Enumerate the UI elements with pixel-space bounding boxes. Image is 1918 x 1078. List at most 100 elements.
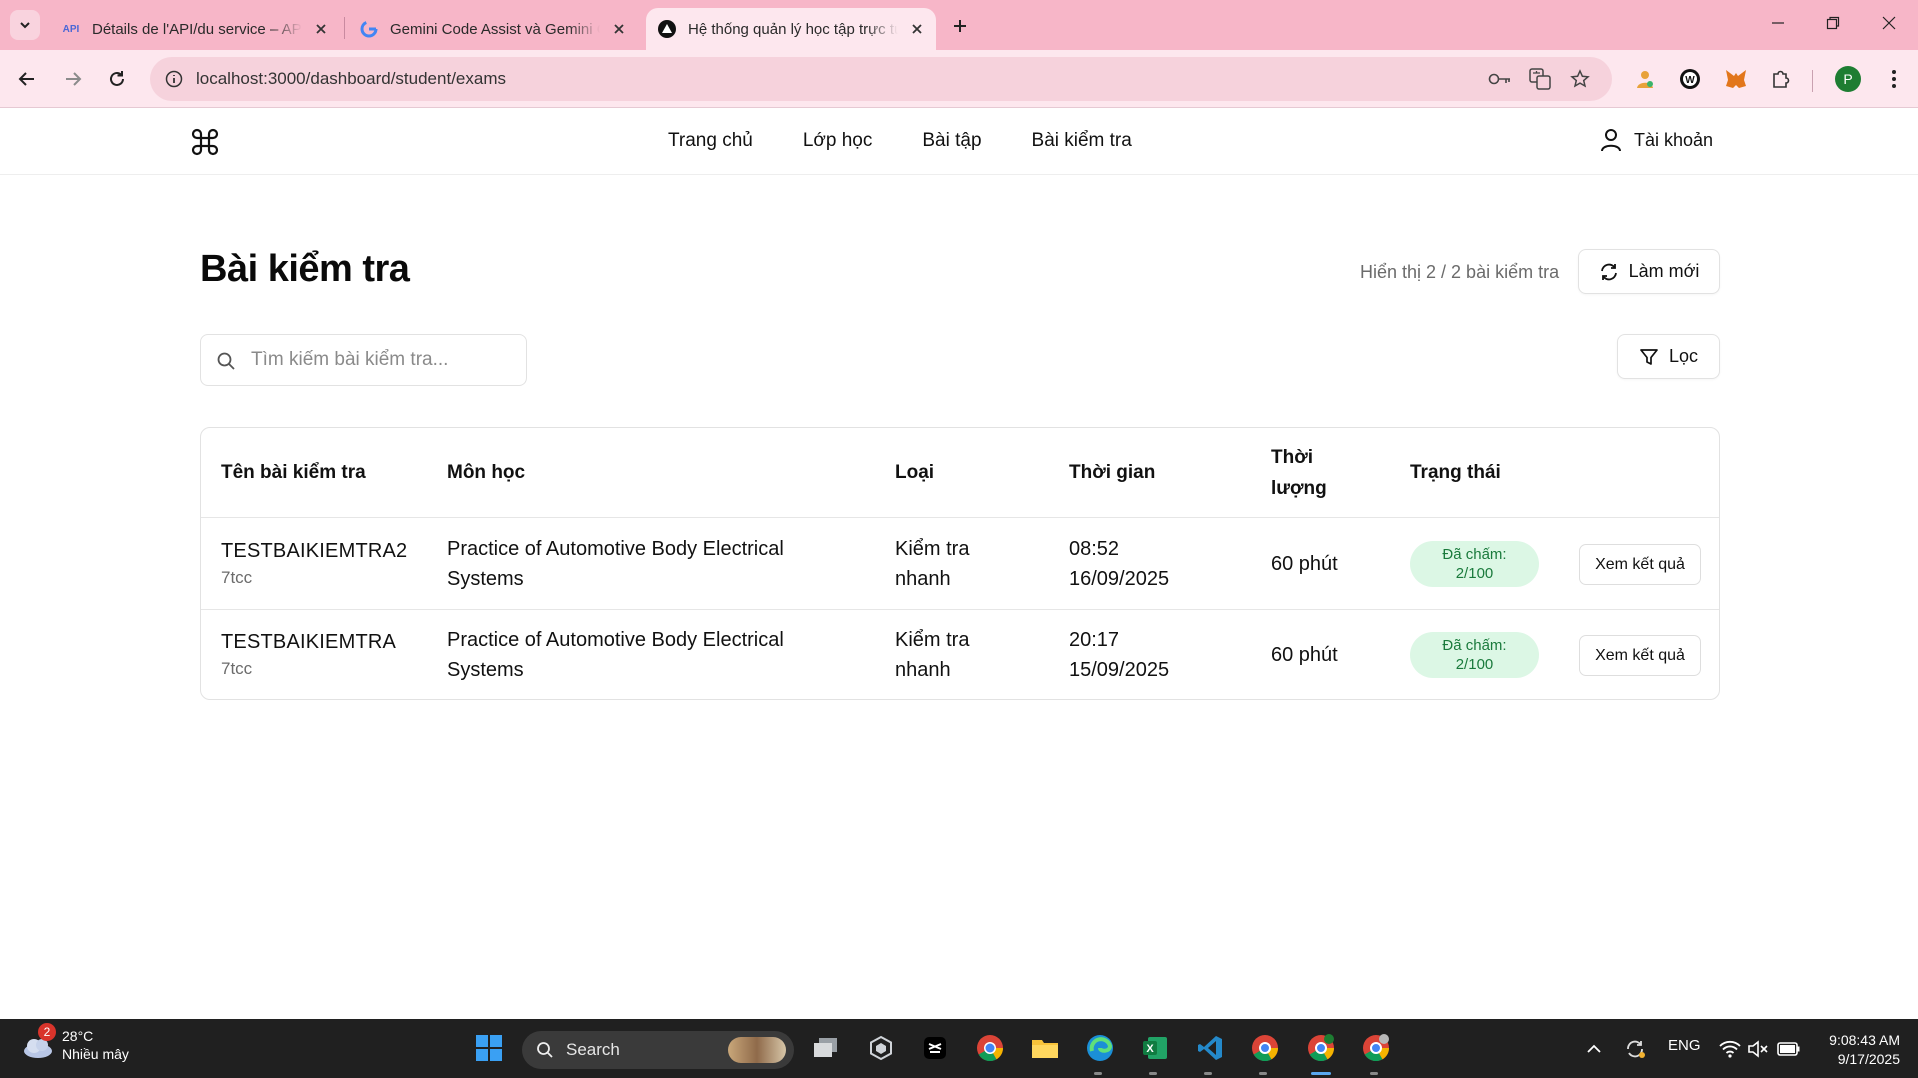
refresh-button[interactable]: Làm mới <box>1578 249 1720 294</box>
address-bar[interactable]: localhost:3000/dashboard/student/exams <box>150 57 1612 101</box>
capcut-icon[interactable] <box>918 1031 952 1065</box>
tab-api-details[interactable]: API Détails de l'API/du service – API <box>50 8 340 50</box>
status-badge: Đã chấm: 2/100 <box>1410 541 1539 587</box>
nav-assignments[interactable]: Bài tập <box>922 130 981 152</box>
chrome-icon[interactable] <box>973 1031 1007 1065</box>
class-code: 7tcc <box>221 659 253 678</box>
battery-icon[interactable] <box>1772 1032 1806 1066</box>
close-icon <box>1882 16 1896 30</box>
main-nav: Trang chủ Lớp học Bài tập Bài kiểm tra <box>668 130 1132 152</box>
taskbar-clock[interactable]: 9:08:43 AM 9/17/2025 <box>1818 1031 1900 1069</box>
password-key-icon[interactable] <box>1488 67 1512 91</box>
chevron-down-icon <box>20 22 30 29</box>
minimize-icon <box>1772 22 1784 24</box>
vscode-icon[interactable] <box>1193 1031 1227 1065</box>
chrome-profile-alt-icon[interactable] <box>1359 1031 1393 1065</box>
browser-menu-icon[interactable] <box>1880 65 1908 93</box>
search-box <box>200 334 527 386</box>
tab-title: Détails de l'API/du service – API <box>92 20 302 38</box>
status-score: 2/100 <box>1455 656 1494 673</box>
browser-tab-bar: API Détails de l'API/du service – API Ge… <box>0 0 1918 50</box>
extension-w-icon[interactable]: W <box>1676 65 1704 93</box>
time-cell: 20:17 15/09/2025 <box>1069 625 1169 685</box>
weather-temp: 28°C <box>62 1028 94 1044</box>
forward-button[interactable] <box>56 62 90 96</box>
browser-toolbar: localhost:3000/dashboard/student/exams W <box>0 50 1918 108</box>
subject-line2: Systems <box>447 568 524 590</box>
nav-classes[interactable]: Lớp học <box>803 130 873 152</box>
restore-button[interactable] <box>1813 8 1853 38</box>
sync-icon[interactable] <box>1618 1032 1652 1066</box>
task-view-icon[interactable] <box>809 1031 843 1065</box>
running-indicator <box>1204 1072 1212 1075</box>
type-cell: Kiểm tra nhanh <box>895 534 969 594</box>
col-header-subject: Môn học <box>447 462 526 483</box>
running-indicator <box>1370 1072 1378 1075</box>
view-result-button[interactable]: Xem kết quả <box>1579 544 1701 585</box>
chevron-up-icon[interactable] <box>1577 1032 1611 1066</box>
profile-avatar[interactable]: P <box>1835 66 1861 92</box>
duration-cell: 60 phút <box>1271 553 1338 575</box>
type-line2: nhanh <box>895 568 951 590</box>
nav-exams[interactable]: Bài kiểm tra <box>1032 130 1132 152</box>
volume-muted-icon[interactable] <box>1741 1032 1775 1066</box>
search-input[interactable] <box>251 347 516 373</box>
close-icon[interactable] <box>908 20 926 38</box>
bookmark-star-icon[interactable] <box>1568 67 1592 91</box>
minimize-button[interactable] <box>1758 8 1798 38</box>
edge-icon[interactable] <box>1083 1031 1117 1065</box>
app-cube-icon[interactable] <box>864 1031 898 1065</box>
tab-separator <box>344 17 345 39</box>
tab-search-button[interactable] <box>10 10 40 40</box>
running-indicator <box>1094 1072 1102 1075</box>
class-code: 7tcc <box>221 568 253 587</box>
search-icon <box>537 1042 553 1058</box>
excel-icon[interactable]: X <box>1138 1031 1172 1065</box>
svg-text:X: X <box>1146 1043 1154 1055</box>
close-window-button[interactable] <box>1869 8 1909 38</box>
tab-lms-active[interactable]: Hệ thống quản lý học tập trực tuyến <box>646 8 936 50</box>
translate-icon[interactable] <box>1528 67 1552 91</box>
duration-cell: 60 phút <box>1271 644 1338 666</box>
filter-button[interactable]: Lọc <box>1617 334 1720 379</box>
file-explorer-icon[interactable] <box>1028 1031 1062 1065</box>
clock-time: 9:08:43 AM <box>1829 1032 1900 1048</box>
subject-cell: Practice of Automotive Body Electrical S… <box>447 534 784 594</box>
running-indicator <box>1259 1072 1267 1075</box>
extension-person-icon[interactable] <box>1631 65 1659 93</box>
chrome-profile-icon[interactable] <box>1248 1031 1282 1065</box>
new-tab-button[interactable] <box>946 12 974 40</box>
taskbar-search[interactable]: Search <box>522 1031 794 1069</box>
view-result-button[interactable]: Xem kết quả <box>1579 635 1701 676</box>
exam-name-cell: TESTBAIKIEMTRA2 7tcc <box>221 536 407 590</box>
account-menu[interactable]: Tài khoản <box>1600 128 1713 152</box>
windows-start-icon[interactable] <box>472 1031 506 1065</box>
nav-home[interactable]: Trang chủ <box>668 130 753 152</box>
close-icon[interactable] <box>610 20 628 38</box>
back-button[interactable] <box>10 62 44 96</box>
account-label: Tài khoản <box>1634 129 1714 150</box>
col-header-name: Tên bài kiểm tra <box>221 462 366 483</box>
svg-text:W: W <box>1685 75 1695 86</box>
chrome-profile-p-icon[interactable] <box>1304 1031 1338 1065</box>
toolbar-divider <box>1812 70 1813 92</box>
type-line1: Kiểm tra <box>895 629 970 651</box>
site-info-icon[interactable] <box>162 67 186 91</box>
user-icon <box>1601 129 1621 152</box>
col-header-type: Loại <box>895 462 935 483</box>
url-text: localhost:3000/dashboard/student/exams <box>196 69 506 88</box>
reload-button[interactable] <box>100 62 134 96</box>
status-label: Đã chấm: <box>1442 546 1507 563</box>
extensions-puzzle-icon[interactable] <box>1767 65 1795 93</box>
close-icon[interactable] <box>312 20 330 38</box>
metamask-fox-icon[interactable] <box>1722 65 1750 93</box>
taskbar-search-label: Search <box>566 1040 620 1059</box>
language-indicator[interactable]: ENG <box>1668 1037 1701 1054</box>
weather-widget[interactable]: 2 28°C Nhiều mây <box>20 1023 129 1063</box>
windows-taskbar: 2 28°C Nhiều mây Search X ENG 9:08:43 AM… <box>0 1019 1918 1078</box>
tab-gemini[interactable]: Gemini Code Assist và Gemini C <box>348 8 638 50</box>
subject-line2: Systems <box>447 659 524 681</box>
command-logo-icon[interactable] <box>190 127 220 157</box>
status-label: Đã chấm: <box>1442 637 1507 654</box>
tab-title: Hệ thống quản lý học tập trực tuyến <box>688 20 898 38</box>
